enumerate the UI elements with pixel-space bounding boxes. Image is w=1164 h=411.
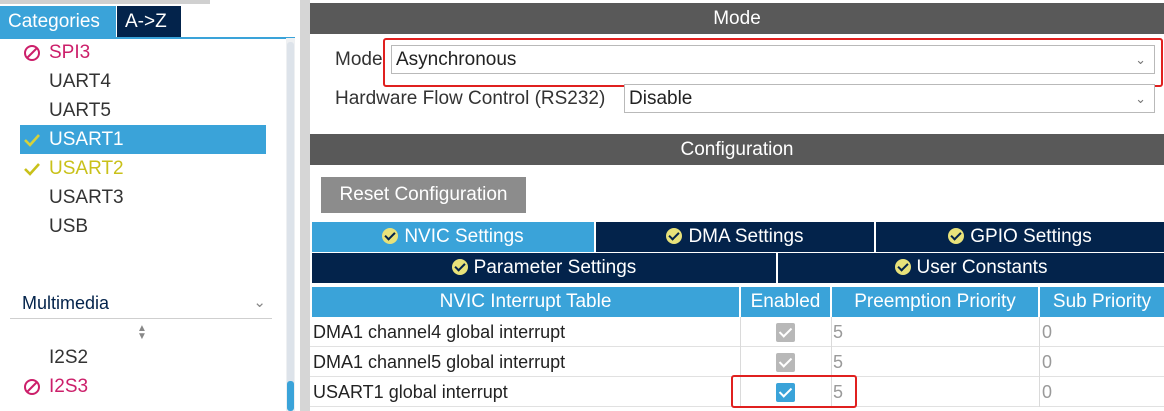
- tab-label: DMA Settings: [688, 226, 804, 247]
- column-header-enabled[interactable]: Enabled: [741, 287, 830, 317]
- highlight-box: [383, 38, 1163, 87]
- column-header-preemption[interactable]: Preemption Priority: [832, 287, 1038, 317]
- sub-priority-value[interactable]: 0: [1039, 317, 1052, 347]
- check-circle-icon: [666, 228, 683, 244]
- list-item-label: USB: [49, 216, 89, 237]
- list-item-label: UART4: [49, 71, 111, 92]
- flow-control-label: Hardware Flow Control (RS232): [335, 88, 606, 109]
- list-item-spi3[interactable]: SPI3: [20, 38, 266, 67]
- left-panel: Categories A->Z SPI3 UART4 UART5 USART1 …: [0, 0, 300, 411]
- check-circle-icon: [948, 228, 965, 244]
- disabled-icon: [24, 45, 40, 61]
- list-item-label: USART1: [49, 129, 124, 150]
- tab-nvic-settings[interactable]: NVIC Settings: [312, 222, 594, 252]
- enabled-checkbox[interactable]: [776, 323, 795, 342]
- list-item-label: SPI3: [49, 42, 91, 63]
- reset-configuration-button[interactable]: Reset Configuration: [321, 177, 526, 213]
- tab-user-constants[interactable]: User Constants: [778, 253, 1164, 283]
- list-item-i2s3[interactable]: I2S3: [20, 372, 266, 401]
- tab-label: NVIC Settings: [404, 226, 524, 247]
- flow-control-select[interactable]: Disable ⌄: [624, 84, 1155, 113]
- enabled-checkbox[interactable]: [776, 353, 795, 372]
- mode-header: Mode: [310, 3, 1164, 34]
- tab-bar-divider: [0, 0, 210, 4]
- list-item-usart2[interactable]: USART2: [20, 154, 266, 183]
- list-item-usart3[interactable]: USART3: [20, 183, 266, 212]
- tab-parameter-settings[interactable]: Parameter Settings: [312, 253, 776, 283]
- list-item-uart5[interactable]: UART5: [20, 96, 266, 125]
- chevron-down-icon: ⌄: [1135, 91, 1146, 106]
- list-item-label: UART5: [49, 100, 111, 121]
- left-scrollbar[interactable]: [286, 38, 295, 411]
- tab-dma-settings[interactable]: DMA Settings: [596, 222, 874, 252]
- list-item-label: USART3: [49, 187, 124, 208]
- category-label: Multimedia: [22, 293, 110, 313]
- highlight-box: [731, 375, 857, 408]
- table-row[interactable]: DMA1 channel5 global interrupt 5 0: [310, 347, 1164, 377]
- check-circle-icon: [451, 259, 468, 275]
- chevron-down-icon: ⌄: [253, 294, 266, 311]
- tab-label: GPIO Settings: [970, 226, 1092, 247]
- list-item-uart4[interactable]: UART4: [20, 67, 266, 96]
- check-icon: [24, 134, 40, 147]
- category-multimedia[interactable]: Multimedia ⌄: [10, 287, 272, 319]
- tab-a-to-z[interactable]: A->Z: [117, 6, 181, 37]
- list-item-label: USART2: [49, 158, 124, 179]
- right-panel: Mode Mode Asynchronous ⌄ Hardware Flow C…: [310, 0, 1164, 411]
- tab-label: User Constants: [916, 257, 1048, 278]
- flow-control-value: Disable: [629, 88, 693, 109]
- column-divider: [1039, 317, 1040, 407]
- interrupt-name: DMA1 channel4 global interrupt: [313, 322, 566, 342]
- tab-categories[interactable]: Categories: [0, 6, 116, 37]
- list-item-label: I2S2: [49, 347, 89, 368]
- sort-updown-icon[interactable]: ▲ ▼: [136, 324, 148, 342]
- sub-priority-value[interactable]: 0: [1039, 377, 1052, 407]
- scrollbar-track: [287, 42, 294, 402]
- left-tab-bar: Categories A->Z: [0, 0, 300, 39]
- scrollbar-thumb[interactable]: [287, 381, 294, 411]
- configuration-header: Configuration: [310, 134, 1164, 165]
- mode-label: Mode: [335, 49, 383, 70]
- check-circle-icon: [894, 259, 911, 275]
- panel-splitter[interactable]: [300, 0, 310, 411]
- table-row[interactable]: DMA1 channel4 global interrupt 5 0: [310, 317, 1164, 347]
- check-icon: [24, 163, 40, 176]
- tab-label: Parameter Settings: [473, 257, 637, 278]
- interrupt-name: USART1 global interrupt: [313, 382, 508, 402]
- interrupt-name: DMA1 channel5 global interrupt: [313, 352, 566, 372]
- sub-priority-value[interactable]: 0: [1039, 347, 1052, 377]
- disabled-icon: [24, 379, 40, 395]
- list-item-label: I2S3: [49, 376, 89, 397]
- column-header-interrupt[interactable]: NVIC Interrupt Table: [312, 287, 739, 317]
- list-item-usart1[interactable]: USART1: [20, 125, 266, 154]
- list-item-usb[interactable]: USB: [20, 212, 266, 241]
- check-circle-icon: [382, 228, 399, 244]
- tab-gpio-settings[interactable]: GPIO Settings: [876, 222, 1164, 252]
- list-item-i2s2[interactable]: I2S2: [20, 343, 266, 372]
- column-header-sub-priority[interactable]: Sub Priority: [1040, 287, 1164, 317]
